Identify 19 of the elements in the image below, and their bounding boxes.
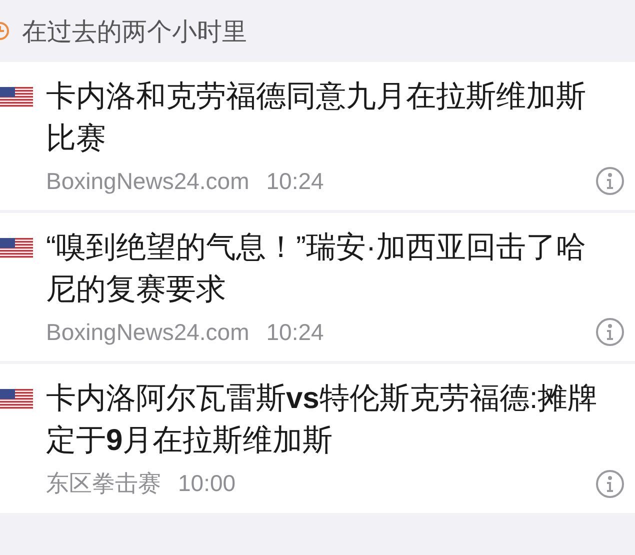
- info-icon[interactable]: [595, 317, 625, 347]
- news-card[interactable]: “嗅到绝望的气息！”瑞安·加西亚回击了哈尼的复赛要求 BoxingNews24.com 10:24: [0, 213, 635, 361]
- flag-icon: [0, 238, 33, 258]
- news-card[interactable]: 卡内洛和克劳福德同意九月在拉斯维加斯比赛 BoxingNews24.com 10:24: [0, 62, 635, 210]
- flag-icon: [0, 389, 33, 409]
- news-source: 东区拳击赛: [46, 469, 161, 498]
- info-icon[interactable]: [595, 166, 625, 196]
- news-time: 10:00: [178, 470, 237, 497]
- news-time: 10:24: [266, 168, 325, 194]
- news-headline[interactable]: “嗅到绝望的气息！”瑞安·加西亚回击了哈尼的复赛要求: [46, 227, 606, 311]
- news-source: BoxingNews24.com: [46, 318, 250, 346]
- news-card[interactable]: 卡内洛阿尔瓦雷斯vs特伦斯克劳福德:摊牌定于9月在拉斯维加斯 东区拳击赛 10:00: [0, 364, 635, 513]
- section-heading: 在过去的两个小时里: [22, 16, 247, 48]
- info-icon[interactable]: [595, 468, 625, 498]
- news-headline[interactable]: 卡内洛和克劳福德同意九月在拉斯维加斯比赛: [46, 76, 606, 160]
- news-headline[interactable]: 卡内洛阿尔瓦雷斯vs特伦斯克劳福德:摊牌定于9月在拉斯维加斯: [46, 378, 606, 462]
- news-time: 10:24: [266, 318, 325, 346]
- flag-icon: [0, 87, 33, 107]
- news-source: BoxingNews24.com: [46, 168, 250, 194]
